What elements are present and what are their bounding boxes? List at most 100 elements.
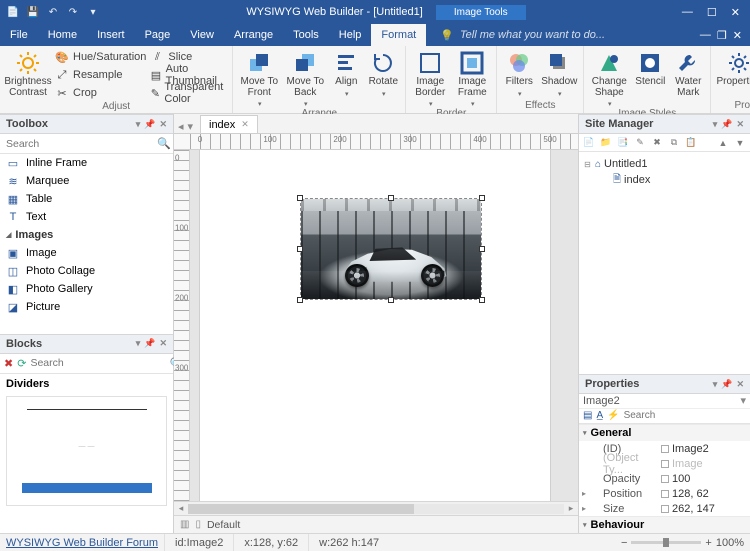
resize-handle-s[interactable] [388,297,394,303]
tab-format[interactable]: Format [371,24,426,46]
qat-file-icon[interactable]: 📄 [6,5,20,19]
mdi-minimize-icon[interactable]: — [700,29,711,41]
close-button[interactable]: ✕ [731,6,740,19]
tab-scroll-left-icon[interactable]: ◂ [178,120,184,133]
blocks-search-input[interactable] [30,357,165,369]
maximize-button[interactable]: ☐ [707,6,717,19]
tree-root[interactable]: ⊟⌂Untitled1 [583,156,746,172]
properties-search-input[interactable] [624,410,750,421]
mdi-close-icon[interactable]: ✕ [733,29,742,42]
tree-page-index[interactable]: 🗎index [583,172,746,188]
sm-copy-icon[interactable]: ⧉ [667,136,681,150]
properties-object-selector[interactable]: Image2 [583,395,620,407]
zoom-out-button[interactable]: − [621,537,627,549]
qat-customize-icon[interactable]: ▾ [86,5,100,19]
search-icon[interactable]: 🔍 [155,134,173,153]
toolbox-item-image[interactable]: ▣Image [0,244,173,262]
crop-button[interactable]: ✂Crop [55,85,146,101]
transparent-color-button[interactable]: ✎Transparent Color [150,85,227,101]
forum-link[interactable]: WYSIWYG Web Builder Forum [0,537,164,549]
tab-tools[interactable]: Tools [283,24,329,46]
tab-home[interactable]: Home [38,24,87,46]
tell-me-search[interactable]: 💡Tell me what you want to do... [426,24,692,46]
tab-arrange[interactable]: Arrange [224,24,283,46]
canvas-stage[interactable] [190,150,578,501]
align-button[interactable]: Align [330,49,362,98]
prop-position[interactable]: ▸Position128, 62 [579,486,750,501]
blocks-close-icon[interactable]: ✕ [159,338,167,349]
props-categorized-icon[interactable]: ▤ [583,410,592,421]
change-shape-button[interactable]: Change Shape [589,49,629,108]
shadow-button[interactable]: Shadow [540,49,578,98]
mdi-restore-icon[interactable]: ❐ [717,29,727,42]
sm-pin-icon[interactable]: 📌 [721,119,732,130]
hue-saturation-button[interactable]: 🎨Hue/Saturation [55,49,146,65]
toolbox-item-inline-frame[interactable]: ▭Inline Frame [0,154,173,172]
sm-new-page-icon[interactable]: 📄 [582,136,596,150]
props-close-icon[interactable]: ✕ [736,379,744,390]
sm-new-folder-icon[interactable]: 📁 [599,136,613,150]
selected-image[interactable] [300,198,482,300]
props-category-behaviour[interactable]: Behaviour [579,516,750,533]
watermark-button[interactable]: Water Mark [671,49,705,98]
toolbox-item-text[interactable]: TText [0,208,173,226]
scroll-thumb[interactable] [188,504,414,514]
blocks-refresh-icon[interactable]: ⟳ [17,357,26,370]
toolbox-item-photo-gallery[interactable]: ◧Photo Gallery [0,280,173,298]
blocks-preview-divider[interactable]: — — [6,396,167,506]
props-alpha-icon[interactable]: A̲ [596,410,603,421]
blocks-category-dividers[interactable]: Dividers [0,374,173,394]
resample-button[interactable]: ⤢Resample [55,67,146,83]
qat-save-icon[interactable]: 💾 [26,5,40,19]
prop-opacity[interactable]: Opacity100 [579,471,750,486]
toolbox-item-photo-collage[interactable]: ◫Photo Collage [0,262,173,280]
move-to-back-button[interactable]: Move To Back [284,49,326,108]
minimize-button[interactable]: — [682,6,693,19]
toolbox-pin-icon[interactable]: 📌 [144,119,155,130]
toolbox-item-marquee[interactable]: ≋Marquee [0,172,173,190]
properties-button[interactable]: Properties [716,49,750,88]
toolbox-search-input[interactable] [0,134,155,153]
sm-clone-icon[interactable]: 📑 [616,136,630,150]
filters-button[interactable]: Filters [502,49,536,98]
scroll-left-icon[interactable]: ◂ [174,503,188,514]
resize-handle-se[interactable] [479,297,485,303]
sm-paste-icon[interactable]: 📋 [684,136,698,150]
props-options-icon[interactable]: ▾ [713,379,718,390]
toolbox-close-icon[interactable]: ✕ [159,119,167,130]
scroll-right-icon[interactable]: ▸ [564,503,578,514]
resize-handle-w[interactable] [297,246,303,252]
blocks-pin-icon[interactable]: 📌 [144,338,155,349]
rotate-button[interactable]: Rotate [366,49,400,98]
blocks-options-icon[interactable]: ▾ [136,338,141,349]
brightness-contrast-button[interactable]: Brightness Contrast [5,49,51,98]
qat-redo-icon[interactable]: ↷ [66,5,80,19]
stencil-button[interactable]: Stencil [633,49,667,88]
resize-handle-nw[interactable] [297,195,303,201]
sm-up-icon[interactable]: ▲ [716,136,730,150]
resize-handle-n[interactable] [388,195,394,201]
toolbox-options-icon[interactable]: ▾ [136,119,141,130]
props-category-general[interactable]: General [579,424,750,441]
move-to-front-button[interactable]: Move To Front [238,49,280,108]
zoom-slider[interactable] [631,541,701,544]
tab-help[interactable]: Help [329,24,372,46]
breakpoint-add-icon[interactable]: ▥ [180,519,189,530]
toolbox-item-picture[interactable]: ◪Picture [0,298,173,316]
zoom-in-button[interactable]: + [705,537,711,549]
resize-handle-ne[interactable] [479,195,485,201]
sm-options-icon[interactable]: ▾ [713,119,718,130]
horizontal-scrollbar[interactable]: ◂ ▸ [174,501,578,515]
page-canvas[interactable] [200,150,550,501]
props-pin-icon[interactable]: 📌 [721,379,732,390]
breakpoint-device-icon[interactable]: ▯ [195,519,201,530]
tab-page[interactable]: Page [135,24,181,46]
sm-delete-icon[interactable]: ✖ [650,136,664,150]
document-tab-index[interactable]: index✕ [200,115,258,133]
image-frame-button[interactable]: Image Frame [453,49,491,108]
tab-view[interactable]: View [180,24,224,46]
sm-edit-icon[interactable]: ✎ [633,136,647,150]
sm-down-icon[interactable]: ▼ [733,136,747,150]
toolbox-item-table[interactable]: ▦Table [0,190,173,208]
blocks-delete-icon[interactable]: ✖ [4,357,13,370]
